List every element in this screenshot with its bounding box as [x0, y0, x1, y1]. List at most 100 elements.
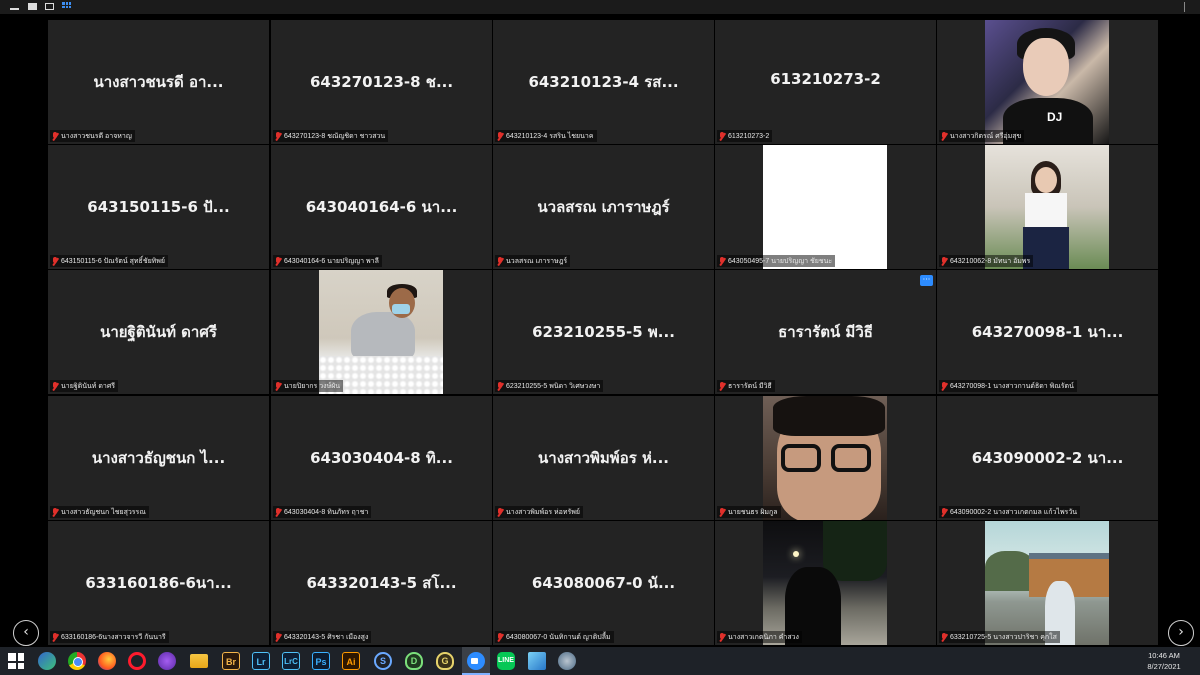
mic-muted-icon [718, 507, 726, 517]
participant-name-label: นางสาวกิตรณ์ ศรีอุ่มสุข [939, 130, 1025, 142]
video-shape [1025, 193, 1067, 229]
file-explorer-icon[interactable] [190, 654, 208, 668]
mic-muted-icon [496, 507, 504, 517]
maximize-icon[interactable] [28, 3, 37, 10]
next-page-button[interactable]: › [1168, 620, 1194, 646]
video-shape: DJ [1047, 110, 1063, 124]
s-app-icon[interactable]: S [374, 652, 392, 670]
participant-name-label: 643090002-2 นางสาวเกตกมล แก้วไพรวัน [939, 506, 1081, 518]
participant-tile[interactable]: 623210255-5 พ... 623210255-5 พนิดา วิเศษว… [493, 270, 714, 394]
participant-tile[interactable]: 643150115-6 ปั... 643150115-6 ปัณรัตน์ สุ… [48, 145, 269, 269]
participant-name-label: 613210273-2 [717, 130, 773, 142]
participant-tile[interactable]: 643090002-2 นา... 643090002-2 นางสาวเกตกม… [937, 396, 1158, 520]
mic-muted-icon [51, 632, 59, 642]
participant-display-name: นางสาวพิมพ์อร ห่... [538, 449, 669, 467]
participant-tile[interactable]: 643210123-4 รส... 643210123-4 รสริน ไชยนา… [493, 20, 714, 144]
participant-name-text: ธารารัตน์ มีวิธี [728, 382, 772, 390]
participant-tile[interactable]: 633160186-6นา... 633160186-6นางสาวจารวี ก… [48, 521, 269, 645]
participant-display-name: 643080067-0 นั... [531, 574, 676, 592]
participant-name-label: 623210255-5 พนิดา วิเศษวงษา [495, 380, 604, 392]
app-icon[interactable] [528, 652, 546, 670]
clock-time: 10:46 AM [1148, 651, 1180, 660]
participant-tile[interactable]: ธารารัตน์ มีวิธี ธารารัตน์ มีวิธี [715, 270, 936, 394]
participant-name-label: นางสาวเกตนิภา คำสวง [717, 631, 802, 643]
participant-tile[interactable]: นายชนธร ผิมกูล [715, 396, 936, 520]
participant-tile[interactable]: DJ นางสาวกิตรณ์ ศรีอุ่มสุข [937, 20, 1158, 144]
participant-name-text: นายชนธร ผิมกูล [728, 508, 778, 516]
video-shape [773, 396, 885, 436]
restore-icon[interactable] [45, 3, 54, 10]
minimize-icon[interactable] [10, 3, 19, 10]
participant-name-label: 643030404-8 ทินภัทร ฤาชา [273, 506, 372, 518]
mic-muted-icon [718, 632, 726, 642]
participant-name-text: นายปิยากร วงษ์ผัน [284, 382, 341, 390]
participant-tile[interactable]: 643210062-8 มัทนา อัมพร [937, 145, 1158, 269]
photoshop-icon[interactable]: Ps [312, 652, 330, 670]
more-options-button[interactable]: ··· [920, 275, 933, 286]
mic-muted-icon [51, 256, 59, 266]
participant-video [985, 145, 1109, 269]
participant-video [763, 145, 887, 269]
participant-name-text: 643320143-5 ศิรชา เมืองสูง [284, 633, 369, 641]
participant-display-name: ธารารัตน์ มีวิธี [778, 323, 873, 341]
participant-display-name: 643040164-6 นา... [305, 198, 458, 216]
d-app-icon[interactable]: D [405, 652, 423, 670]
firefox-icon[interactable] [98, 652, 116, 670]
zoom-icon[interactable] [467, 652, 485, 670]
participant-video: DJ [985, 20, 1109, 144]
mic-muted-icon [51, 507, 59, 517]
participant-display-name: 623210255-5 พ... [532, 323, 675, 341]
mic-muted-icon [274, 507, 282, 517]
participant-tile[interactable]: 613210273-2 613210273-2 [715, 20, 936, 144]
tor-browser-icon[interactable] [158, 652, 176, 670]
participant-name-text: 643150115-6 ปัณรัตน์ สุทธิ์ชัยทิพย์ [61, 257, 166, 265]
mic-muted-icon [496, 256, 504, 266]
participant-tile[interactable]: 643050495-7 นายปริญญา ชัยชนะ [715, 145, 936, 269]
mic-muted-icon [496, 632, 504, 642]
participant-name-text: นายฐิตินันท์ ดาศรี [61, 382, 116, 390]
participant-tile[interactable]: 643030404-8 ทิ... 643030404-8 ทินภัทร ฤาช… [271, 396, 492, 520]
participant-tile[interactable]: 643040164-6 นา... 643040164-6 นายปริญญา พ… [271, 145, 492, 269]
participant-name-label: นางสาวชนรดี อาจหาญ [50, 130, 135, 142]
participant-tile[interactable]: 643320143-5 สโ... 643320143-5 ศิรชา เมือง… [271, 521, 492, 645]
participant-tile[interactable]: นางสาวพิมพ์อร ห่... นางสาวพิมพ์อร ห่อทรัพ… [493, 396, 714, 520]
participant-tile[interactable]: นวลสรณ เภาราษฎร์ นวลสรณ เภาราษฎร์ [493, 145, 714, 269]
participant-display-name: นางสาวธัญชนก ไ... [91, 449, 226, 467]
participant-name-label: 643150115-6 ปัณรัตน์ สุทธิ์ชัยทิพย์ [50, 255, 169, 267]
app-icon[interactable] [558, 652, 576, 670]
participant-name-label: 643080067-0 นันทิกานต์ ญาติปลื้ม [495, 631, 614, 643]
participant-tile[interactable]: นายปิยากร วงษ์ผัน [271, 270, 492, 394]
lightroom-classic-icon[interactable]: LrC [282, 652, 300, 670]
participant-tile[interactable]: 633210725-5 นางสาวปาริชา คุกใส [937, 521, 1158, 645]
illustrator-icon[interactable]: Ai [342, 652, 360, 670]
participant-name-text: 623210255-5 พนิดา วิเศษวงษา [506, 382, 601, 390]
participant-name-text: 643050495-7 นายปริญญา ชัยชนะ [728, 257, 833, 265]
participant-tile[interactable]: นางสาวชนรดี อา... นางสาวชนรดี อาจหาญ [48, 20, 269, 144]
line-icon[interactable]: LINE [497, 652, 515, 670]
participant-tile[interactable]: นายฐิตินันท์ ดาศรี นายฐิตินันท์ ดาศรี [48, 270, 269, 394]
edge-icon[interactable] [38, 652, 56, 670]
participant-tile[interactable]: 643080067-0 นั... 643080067-0 นันทิกานต์ … [493, 521, 714, 645]
previous-page-button[interactable]: ‹ [13, 620, 39, 646]
participant-name-label: 643270098-1 นางสาวกานต์ธิดา พิณรัตน์ [939, 380, 1077, 392]
participant-tile[interactable]: 643270123-8 ช... 643270123-8 ชณัญชิดา ชาว… [271, 20, 492, 144]
participant-tile[interactable]: นางสาวธัญชนก ไ... นางสาวธัญชนก ไชยสุวรรณ [48, 396, 269, 520]
system-clock[interactable]: 10:46 AM 8/27/2021 [1134, 650, 1194, 672]
participant-name-label: 643210062-8 มัทนา อัมพร [939, 255, 1034, 267]
participant-name-text: 643090002-2 นางสาวเกตกมล แก้วไพรวัน [950, 508, 1078, 516]
start-icon[interactable] [8, 653, 24, 669]
opera-icon[interactable] [128, 652, 146, 670]
lightroom-icon[interactable]: Lr [252, 652, 270, 670]
participant-tile[interactable]: 643270098-1 นา... 643270098-1 นางสาวกานต์… [937, 270, 1158, 394]
mic-muted-icon [274, 131, 282, 141]
participant-tile[interactable]: นางสาวเกตนิภา คำสวง [715, 521, 936, 645]
g-app-icon[interactable]: G [436, 652, 454, 670]
participant-name-label: นายปิยากร วงษ์ผัน [273, 380, 344, 392]
participant-name-text: นางสาวกิตรณ์ ศรีอุ่มสุข [950, 132, 1022, 140]
gallery-view-icon[interactable] [62, 2, 71, 9]
bridge-icon[interactable]: Br [222, 652, 240, 670]
windows-taskbar: Br Lr LrC Ps Ai S D G LINE 10:46 AM 8/27… [0, 647, 1200, 675]
mic-muted-icon [940, 131, 948, 141]
chrome-icon[interactable] [68, 652, 86, 670]
participant-gallery: นางสาวชนรดี อา... นางสาวชนรดี อาจหาญ 64327… [48, 20, 1163, 646]
